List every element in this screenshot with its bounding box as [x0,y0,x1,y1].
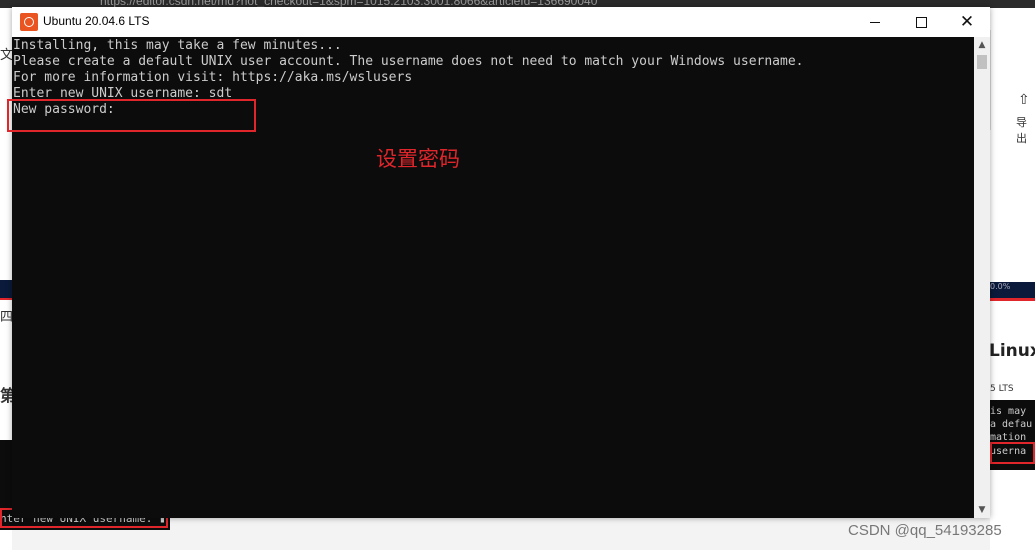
vertical-scrollbar[interactable]: ▲ ▼ [974,37,990,518]
terminal-console[interactable]: Installing, this may take a few minutes.… [7,37,974,518]
background-right-progress: 0.0% [990,282,1011,291]
background-left-red-line [0,298,12,300]
minimize-button[interactable] [852,7,898,37]
maximize-button[interactable] [898,7,944,37]
terminal-line: For more information visit: https://aka.… [13,70,413,85]
minimize-icon [870,21,880,23]
background-right-title: 5 LTS [990,384,1014,394]
ubuntu-icon[interactable] [20,13,38,31]
background-right-banner: 0.0% [990,282,1035,298]
background-right-highlight-box [990,442,1035,464]
close-button[interactable]: ✕ [944,7,990,37]
csdn-watermark: CSDN @qq_54193285 [848,522,1002,539]
scroll-thumb[interactable] [977,55,987,69]
background-right-terminal-line: a defau [990,419,1033,430]
password-highlight-box [7,99,256,132]
maximize-icon [915,16,927,28]
scroll-up-arrow-icon[interactable]: ▲ [974,37,990,53]
background-left-banner [0,280,12,298]
background-right-red-line [990,298,1035,301]
terminal-line: Please create a default UNIX user accoun… [13,54,804,69]
background-right-terminal-line: is may [990,406,1027,417]
scroll-down-arrow-icon[interactable]: ▼ [974,502,990,518]
ubuntu-terminal-window[interactable]: Ubuntu 20.04.6 LTS ✕ Installing, this ma… [7,7,990,518]
window-title: Ubuntu 20.04.6 LTS [43,14,150,28]
annotation-label: 设置密码 [376,147,460,171]
export-label[interactable]: 导出 [1016,114,1035,146]
export-icon[interactable]: ⇧ [1018,92,1030,108]
background-right-heading: Linux [989,341,1035,361]
close-icon: ✕ [959,11,975,32]
terminal-line: Installing, this may take a few minutes.… [13,38,342,53]
window-titlebar[interactable]: Ubuntu 20.04.6 LTS ✕ [12,7,990,37]
